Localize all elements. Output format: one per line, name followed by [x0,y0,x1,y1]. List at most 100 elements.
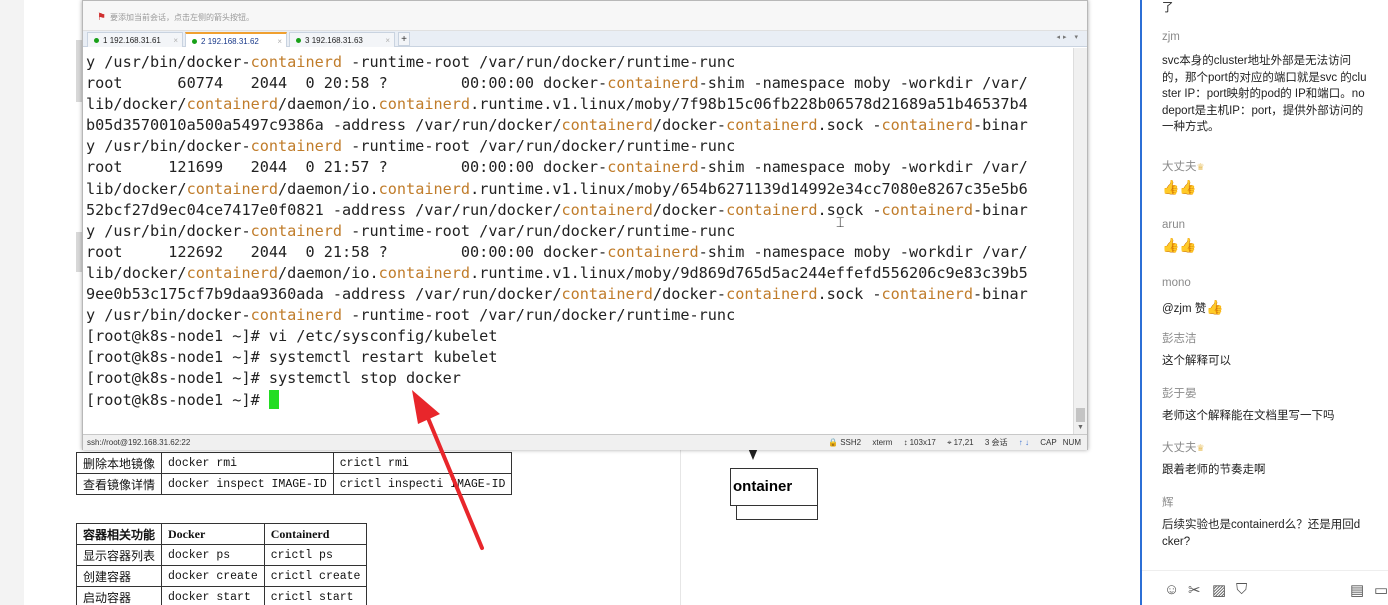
shield-icon[interactable]: ⛉ [1236,581,1247,598]
terminal-text: -runtime-root /var/run/docker/runtime-ru… [342,306,736,325]
emoji-icon[interactable]: ☺ [1164,581,1179,598]
container-commands-table: 容器相关功能 Docker Containerd 显示容器列表 docker p… [75,523,368,605]
chat-message-row: @zjm 赞👍 [1162,299,1388,318]
terminal-line: y /usr/bin/docker-containerd -runtime-ro… [86,52,1073,73]
chat-message-text: svc本身的cluster地址外部是无法访问 的，那个port的对应的端口就是s… [1162,55,1367,133]
terminal-text: .runtime.v1.linux/moby/7f98b15c06fb228b0… [470,95,1028,114]
table-cell: 启动容器 [75,586,163,605]
terminal-keyword-highlight: containerd [607,158,699,177]
terminal-text: root 60774 2044 0 20:58 ? 00:00:00 docke… [86,74,608,93]
terminal-text: root 121699 2044 0 21:57 ? 00:00:00 dock… [86,158,608,177]
table-cell: crictl ps [263,544,368,566]
terminal-window[interactable]: ⚑ 要添加当前会话，点击左侧的箭头按钮。 1 192.168.31.61 × 2 1… [82,0,1088,450]
chat-message: 彭志洁 这个解释可以 [1162,332,1388,370]
chat-message-text: 老师这个解释能在文档里写一下吗 [1162,410,1335,422]
status-caps: CAP [1040,438,1057,447]
terminal-text: y /usr/bin/docker- [86,53,251,71]
notes-icon[interactable]: ▤ [1350,581,1364,599]
scissors-icon[interactable]: ✂ [1188,581,1201,599]
chat-username-row: 大丈夫♛ [1162,160,1388,175]
table-cell: crictl inspecti IMAGE-ID [332,473,513,495]
terminal-text: y /usr/bin/docker- [86,306,251,325]
terminal-text: y /usr/bin/docker- [86,137,251,156]
terminal-line: root 122692 2044 0 21:58 ? 00:00:00 dock… [86,242,1073,263]
terminal-text: -shim -namespace moby -workdir /var/ [698,158,1028,177]
thumbs-up-icon: 👍👍 [1162,179,1197,195]
table-cell: docker ps [161,544,265,566]
terminal-text: lib/docker/ [86,95,187,114]
terminal-text: -binar [972,285,1028,304]
terminal-line: root 121699 2044 0 21:57 ? 00:00:00 dock… [86,157,1073,178]
terminal-line: [root@k8s-node1 ~]# systemctl stop docke… [86,368,1073,389]
table-cell: 删除本地镜像 [75,452,163,474]
chat-message: 大丈夫♛ 跟着老师的节奏走啊 [1162,441,1388,479]
diagram-container-box: ontainer [730,468,818,506]
chat-message: 大丈夫♛ 👍👍 [1162,160,1388,198]
table-cell: docker create [161,565,265,587]
close-icon[interactable]: × [173,33,178,48]
table-cell: 创建容器 [75,565,163,587]
chat-username: 大丈夫 [1162,161,1197,173]
terminal-text: .sock - [817,200,882,219]
table-header: 容器相关功能 [75,523,163,545]
terminal-keyword-highlight: containerd [250,53,343,71]
chat-message: mono @zjm 赞👍 [1162,276,1388,318]
terminal-text: -runtime-root /var/run/docker/runtime-ru… [342,137,736,156]
thumbs-up-icon: 👍 [1206,299,1224,315]
terminal-keyword-highlight: containerd [250,221,343,240]
terminal-text: [root@k8s-node1 ~]# [86,390,269,409]
size-icon: ↕ [903,438,908,447]
terminal-line: root 60774 2044 0 20:58 ? 00:00:00 docke… [86,73,1073,94]
terminal-text: /docker- [652,285,727,304]
chat-message-text: 跟着老师的节奏走啊 [1162,464,1266,476]
terminal-text: /docker- [652,116,727,135]
terminal-keyword-highlight: containerd [186,263,279,282]
terminal-cursor [268,389,279,409]
terminal-keyword-highlight: containerd [378,263,471,282]
terminal-keyword-highlight: containerd [607,242,699,261]
terminal-keyword-highlight: containerd [726,116,818,135]
table-cell: docker start [161,586,265,605]
chat-username: 大丈夫 [1162,442,1197,454]
status-right: 🔒 SSH2 xterm ↕ 103x17 ⌖ 17,21 3 会话 ↑ ↓ CAP … [819,435,1081,450]
tab-session-2[interactable]: 2 192.168.31.62 × [185,32,287,47]
new-tab-button[interactable]: + [398,32,410,46]
terminal-text: root 122692 2044 0 21:58 ? 00:00:00 dock… [86,242,608,261]
tab-session-1[interactable]: 1 192.168.31.61 × [87,32,183,47]
chat-username: mono [1162,277,1191,289]
tab-session-3[interactable]: 3 192.168.31.63 × [289,32,395,47]
terminal-text: b05d3570010a500a5497c9386a -address /var… [86,116,562,135]
chat-message-text: @zjm 赞 [1162,303,1207,315]
session-tab-bar: 1 192.168.31.61 × 2 192.168.31.62 × 3 192.… [83,31,1087,47]
image-icon[interactable]: ▨ [1212,581,1226,599]
status-term: xterm [872,438,893,447]
terminal-keyword-highlight: containerd [378,179,471,198]
close-icon[interactable]: × [385,33,390,48]
table-header-row: 容器相关功能 Docker Containerd [75,523,368,545]
terminal-output[interactable]: y /usr/bin/docker-containerd -runtime-ro… [83,48,1073,434]
chat-message: zjm svc本身的cluster地址外部是无法访问 的，那个port的对应的端… [1162,30,1388,136]
chat-username: zjm [1162,31,1180,43]
terminal-scrollbar[interactable]: ▼ [1073,48,1087,434]
tab-scroll-arrows[interactable]: ◂▸ ▾ [1057,33,1082,41]
table-row: 显示容器列表 docker ps crictl ps [75,544,368,566]
terminal-line: 52bcf27d9ec04ce7417e0f0821 -address /var… [86,200,1073,221]
close-icon[interactable]: × [277,34,282,49]
status-sessions: 3 会话 [984,438,1008,447]
terminal-keyword-highlight: containerd [561,200,653,219]
terminal-text: -binar [972,116,1028,135]
connected-icon [192,39,197,45]
terminal-keyword-highlight: containerd [881,200,973,219]
status-size: 103x17 [909,438,936,447]
terminal-text: -shim -namespace moby -workdir /var/ [698,74,1028,93]
thumbs-up-icon: 👍👍 [1162,237,1197,253]
table-row: 创建容器 docker create crictl create [75,565,368,587]
table-row: 启动容器 docker start crictl start [75,586,368,605]
scrollbar-thumb[interactable] [1076,408,1085,422]
transfer-icon: ↑ ↓ [1018,438,1029,447]
terminal-keyword-highlight: containerd [881,116,973,135]
scroll-down-icon[interactable]: ▼ [1077,424,1084,431]
terminal-text: .sock - [817,285,882,304]
comment-icon[interactable]: ▭ [1374,581,1388,599]
chat-panel: 了 zjm svc本身的cluster地址外部是无法访问 的，那个port的对应… [1140,0,1388,605]
